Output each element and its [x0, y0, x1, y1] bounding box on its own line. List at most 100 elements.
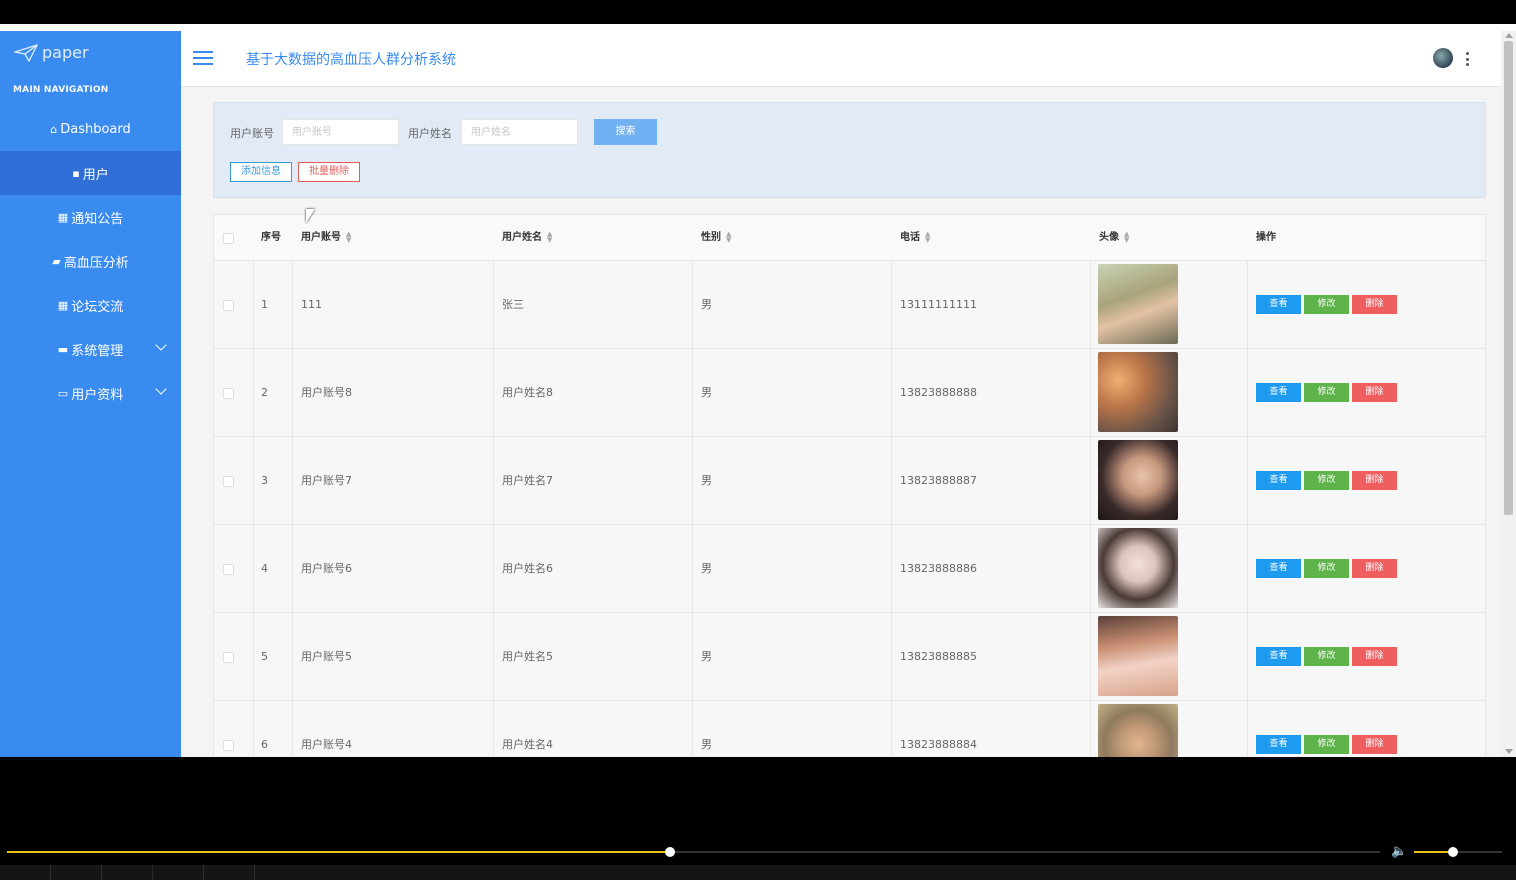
avatar-photo[interactable]: [1098, 704, 1178, 757]
sidebar-item-dashboard[interactable]: ⌂ Dashboard: [0, 107, 181, 151]
cell-phone: 13823888884: [900, 738, 977, 751]
delete-button[interactable]: 删除: [1352, 383, 1397, 402]
delete-button[interactable]: 删除: [1352, 295, 1397, 314]
page-scrollbar[interactable]: [1501, 31, 1516, 757]
user-avatar[interactable]: [1433, 48, 1453, 68]
delete-button[interactable]: 删除: [1352, 471, 1397, 490]
nav-list: ⌂ Dashboard ▪ 用户 ▦ 通知公告 ▰ 高血压分析 ▦ 论坛交流 ▬…: [0, 107, 193, 415]
select-all-checkbox[interactable]: [223, 233, 234, 244]
volume-slider[interactable]: [1414, 847, 1502, 857]
row-checkbox[interactable]: [223, 740, 234, 751]
edit-button[interactable]: 修改: [1304, 383, 1349, 402]
sort-icon[interactable]: ▲ ▼: [1124, 231, 1129, 244]
sidebar-item-notices[interactable]: ▦ 通知公告: [0, 195, 181, 239]
cell-index: 1: [261, 298, 268, 311]
browser-viewport: paper MAIN NAVIGATION ⌂ Dashboard ▪ 用户 ▦…: [0, 24, 1516, 757]
row-checkbox[interactable]: [223, 564, 234, 575]
row-checkbox[interactable]: [223, 476, 234, 487]
cell-name: 用户姓名8: [502, 386, 553, 399]
chart-icon: ▰: [52, 254, 61, 268]
cell-name: 用户姓名5: [502, 650, 553, 663]
view-button[interactable]: 查看: [1256, 471, 1301, 490]
strip-divider: [101, 865, 102, 880]
cell-index: 3: [261, 474, 268, 487]
search-button[interactable]: 搜索: [594, 119, 657, 145]
home-icon: ⌂: [50, 122, 58, 136]
cell-account: 用户账号5: [301, 650, 352, 663]
view-button[interactable]: 查看: [1256, 295, 1301, 314]
cell-gender: 男: [701, 298, 712, 311]
paper-plane-icon: [14, 43, 38, 62]
cell-index: 5: [261, 650, 268, 663]
sidebar-item-label: Dashboard: [60, 121, 131, 137]
player-bottom-strip: [0, 865, 1516, 880]
edit-button[interactable]: 修改: [1304, 735, 1349, 754]
sidebar-item-system-management[interactable]: ▬ 系统管理: [0, 327, 181, 371]
view-button[interactable]: 查看: [1256, 647, 1301, 666]
progress-fill: [7, 851, 671, 853]
edit-button[interactable]: 修改: [1304, 647, 1349, 666]
sidebar-item-label: 高血压分析: [63, 255, 129, 271]
view-button[interactable]: 查看: [1256, 383, 1301, 402]
sort-icon[interactable]: ▲ ▼: [346, 231, 351, 244]
delete-button[interactable]: 删除: [1352, 559, 1397, 578]
view-button[interactable]: 查看: [1256, 735, 1301, 754]
sidebar-item-label: 系统管理: [71, 343, 124, 359]
menu-toggle-icon[interactable]: [193, 51, 213, 65]
column-header-gender[interactable]: 性别 ▲ ▼: [701, 215, 731, 261]
playback-progress-bar[interactable]: [7, 847, 1380, 857]
delete-button[interactable]: 删除: [1352, 647, 1397, 666]
table-row: 4 用户账号6 用户姓名6 男 13823888886 查看 修改 删除: [214, 525, 1485, 613]
edit-button[interactable]: 修改: [1304, 471, 1349, 490]
sidebar-item-forum[interactable]: ▦ 论坛交流: [0, 283, 181, 327]
scrollbar-thumb[interactable]: [1504, 41, 1513, 515]
table-row: 1 111 张三 男 13111111111 查看 修改 删除: [214, 261, 1485, 349]
main-content: 用户账号 用户姓名 搜索 添加信息 批量删除 序号 用户账号▲▼ 用户姓名▲▼ …: [181, 87, 1501, 757]
row-checkbox[interactable]: [223, 300, 234, 311]
briefcase-icon: ▬: [57, 342, 69, 356]
grid-icon: ▦: [57, 298, 69, 312]
column-header-phone[interactable]: 电话 ▲ ▼: [900, 215, 930, 261]
row-checkbox[interactable]: [223, 388, 234, 399]
avatar-photo[interactable]: [1098, 616, 1178, 696]
cell-gender: 男: [701, 650, 712, 663]
volume-icon[interactable]: 🔈: [1391, 845, 1407, 859]
add-info-button[interactable]: 添加信息: [230, 162, 292, 182]
account-search-input[interactable]: [282, 119, 399, 145]
view-button[interactable]: 查看: [1256, 559, 1301, 578]
sort-icon[interactable]: ▲ ▼: [726, 231, 731, 244]
column-header-name[interactable]: 用户姓名 ▲ ▼: [502, 215, 552, 261]
more-options-icon[interactable]: [1466, 52, 1470, 66]
grid-icon: ▦: [57, 210, 69, 224]
batch-delete-button[interactable]: 批量删除: [298, 162, 360, 182]
sidebar-item-user-profile[interactable]: ▭ 用户资料: [0, 371, 181, 415]
edit-button[interactable]: 修改: [1304, 295, 1349, 314]
table-row: 6 用户账号4 用户姓名4 男 13823888884 查看 修改 删除: [214, 701, 1485, 757]
sort-icon[interactable]: ▲ ▼: [547, 231, 552, 244]
avatar-photo[interactable]: [1098, 264, 1178, 344]
sort-icon[interactable]: ▲ ▼: [925, 231, 930, 244]
cell-phone: 13111111111: [900, 298, 977, 311]
sidebar-item-hypertension-analysis[interactable]: ▰ 高血压分析: [0, 239, 181, 283]
progress-knob[interactable]: [665, 847, 676, 857]
cell-account: 用户账号7: [301, 474, 352, 487]
scroll-down-arrow-icon[interactable]: [1505, 749, 1513, 754]
cell-gender: 男: [701, 562, 712, 575]
name-search-input[interactable]: [461, 119, 578, 145]
delete-button[interactable]: 删除: [1352, 735, 1397, 754]
avatar-photo[interactable]: [1098, 352, 1178, 432]
logo: paper: [14, 43, 89, 62]
row-checkbox[interactable]: [223, 652, 234, 663]
scroll-up-arrow-icon[interactable]: [1505, 33, 1513, 38]
strip-divider: [203, 865, 204, 880]
volume-knob[interactable]: [1447, 847, 1458, 857]
edit-button[interactable]: 修改: [1304, 559, 1349, 578]
cell-phone: 13823888887: [900, 474, 977, 487]
column-header-avatar[interactable]: 头像 ▲ ▼: [1099, 215, 1129, 261]
logo-text: paper: [42, 43, 89, 62]
cell-phone: 13823888888: [900, 386, 977, 399]
avatar-photo[interactable]: [1098, 440, 1178, 520]
avatar-photo[interactable]: [1098, 528, 1178, 608]
sidebar-item-users[interactable]: ▪ 用户: [0, 151, 193, 195]
sidebar: paper MAIN NAVIGATION ⌂ Dashboard ▪ 用户 ▦…: [0, 31, 193, 757]
